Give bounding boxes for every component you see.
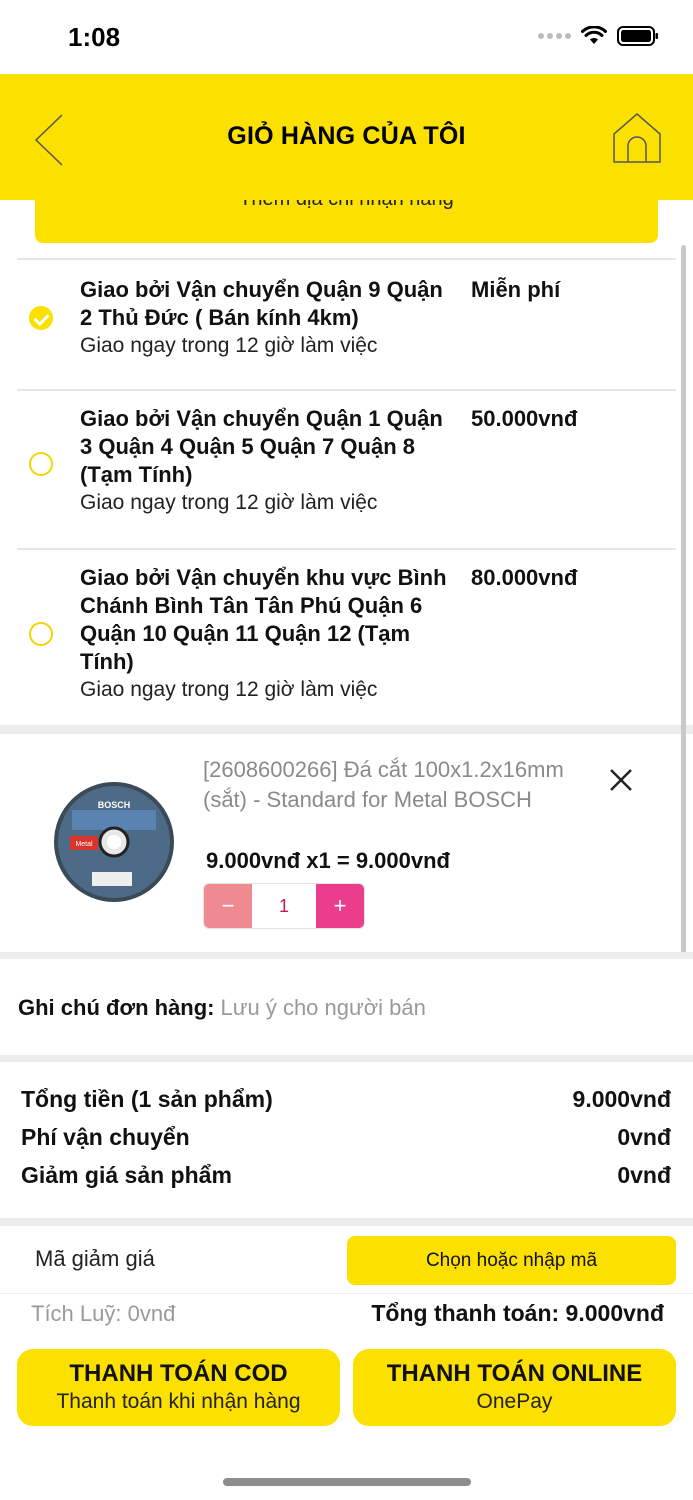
shipping-subtitle: Giao ngay trong 12 giờ làm việc	[80, 491, 378, 514]
product-price-line: 9.000vnđ x1 = 9.000vnđ	[206, 848, 450, 873]
shipping-price: 80.000vnđ	[471, 565, 578, 590]
page-title: GIỎ HÀNG CỦA TÔI	[227, 122, 466, 150]
shipping-subtitle: Giao ngay trong 12 giờ làm việc	[80, 334, 378, 357]
product-image: Metal BOSCH	[54, 782, 174, 902]
shipping-fee-label: Phí vận chuyển	[21, 1124, 190, 1150]
shipping-option-district9[interactable]: Giao bởi Vận chuyển Quận 9 Quận 2 Thủ Đứ…	[17, 258, 676, 390]
battery-icon	[617, 26, 658, 46]
reward-points: Tích Luỹ: 0vnđ	[31, 1301, 176, 1326]
status-icons	[538, 26, 659, 46]
radio-unselected-icon[interactable]	[29, 622, 53, 646]
pay-online-button[interactable]: THANH TOÁN ONLINE OnePay	[353, 1349, 676, 1426]
scrollbar[interactable]	[681, 245, 686, 955]
decrease-quantity-button[interactable]: −	[204, 884, 252, 928]
add-address-button[interactable]: Thêm địa chỉ nhận hàng	[35, 200, 658, 243]
order-note-input[interactable]: Lưu ý cho người bán	[221, 995, 426, 1020]
discount-label: Giảm giá sản phẩm	[21, 1162, 232, 1188]
quantity-input[interactable]: 1	[252, 884, 316, 928]
increase-quantity-button[interactable]: +	[316, 884, 364, 928]
order-note-row[interactable]: Ghi chú đơn hàng: Lưu ý cho người bán	[18, 993, 426, 1023]
wifi-icon	[581, 26, 607, 44]
subtotal-value: 9.000vnđ	[572, 1086, 671, 1112]
pay-online-subtitle: OnePay	[476, 1390, 553, 1413]
choose-coupon-button[interactable]: Chọn hoặc nhập mã	[347, 1236, 676, 1285]
section-divider	[0, 952, 693, 959]
section-divider	[0, 1055, 693, 1062]
quantity-stepper: − 1 +	[203, 883, 365, 929]
svg-text:Metal: Metal	[75, 841, 93, 848]
shipping-option-district1[interactable]: Giao bởi Vận chuyển Quận 1 Quận 3 Quận 4…	[17, 389, 676, 549]
status-bar: 1:08	[0, 0, 693, 74]
app-header: GIỎ HÀNG CỦA TÔI	[0, 74, 693, 200]
pay-cod-title: THANH TOÁN COD	[69, 1360, 288, 1387]
subtotal-row: Tổng tiền (1 sản phẩm) 9.000vnđ	[21, 1086, 671, 1113]
shipping-price: 50.000vnđ	[471, 406, 578, 431]
add-address-label: Thêm địa chỉ nhận hàng	[35, 200, 658, 211]
section-divider	[0, 725, 693, 734]
shipping-fee-row: Phí vận chuyển 0vnđ	[21, 1124, 671, 1151]
cart-item: Metal BOSCH [2608600266] Đá cắt 100x1.2x…	[0, 735, 693, 951]
pay-cod-button[interactable]: THANH TOÁN COD Thanh toán khi nhận hàng	[17, 1349, 340, 1426]
grand-total: Tổng thanh toán: 9.000vnđ	[371, 1300, 664, 1326]
home-icon[interactable]	[611, 112, 663, 164]
shipping-title: Giao bởi Vận chuyển Quận 9 Quận 2 Thủ Đứ…	[80, 277, 443, 330]
svg-text:BOSCH: BOSCH	[98, 800, 131, 810]
section-divider	[0, 1218, 693, 1226]
pay-online-title: THANH TOÁN ONLINE	[386, 1360, 643, 1387]
discount-row: Giảm giá sản phẩm 0vnđ	[21, 1162, 671, 1189]
radio-unselected-icon[interactable]	[29, 452, 53, 476]
cart-scroll-area[interactable]: Thêm địa chỉ nhận hàng Giao bởi Vận chuy…	[0, 200, 693, 962]
shipping-title: Giao bởi Vận chuyển khu vực Bình Chánh B…	[80, 565, 447, 674]
shipping-title: Giao bởi Vận chuyển Quận 1 Quận 3 Quận 4…	[80, 406, 443, 487]
status-time: 1:08	[68, 22, 121, 52]
radio-selected-icon[interactable]	[29, 306, 53, 330]
home-indicator[interactable]	[223, 1478, 471, 1486]
cellular-signal-icon	[538, 33, 571, 39]
shipping-option-binhchanh[interactable]: Giao bởi Vận chuyển khu vực Bình Chánh B…	[17, 548, 676, 726]
shipping-price: Miễn phí	[471, 277, 561, 302]
close-icon[interactable]	[606, 765, 636, 795]
coupon-row: Mã giảm giá Chọn hoặc nhập mã	[0, 1228, 693, 1294]
shipping-subtitle: Giao ngay trong 12 giờ làm việc	[80, 678, 378, 701]
pay-cod-subtitle: Thanh toán khi nhận hàng	[56, 1390, 301, 1413]
coupon-label: Mã giảm giá	[35, 1246, 155, 1271]
shipping-fee-value: 0vnđ	[617, 1124, 671, 1150]
subtotal-label: Tổng tiền (1 sản phẩm)	[21, 1086, 273, 1112]
order-note-label: Ghi chú đơn hàng:	[18, 995, 215, 1020]
product-name: [2608600266] Đá cắt 100x1.2x16mm (sắt) -…	[203, 757, 564, 812]
discount-value: 0vnđ	[617, 1162, 671, 1188]
